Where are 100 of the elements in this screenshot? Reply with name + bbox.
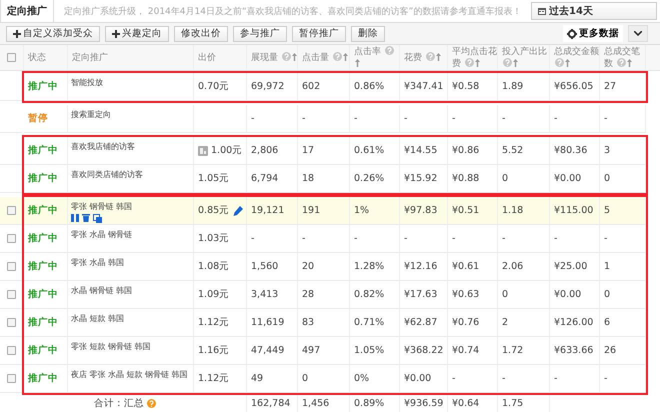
trash-icon — [82, 214, 90, 222]
table-cell: - — [404, 233, 408, 244]
target-name: 搜索重定向 — [71, 110, 111, 119]
table-cell: 18 — [302, 173, 314, 184]
table-cell: 191 — [302, 205, 320, 216]
column-header: 总成交金额 — [550, 45, 600, 70]
target-name: 零张 短款 钢骨链 韩国 — [71, 342, 151, 351]
table-row[interactable]: 推广中 水晶 钢骨链 韩国 1.09元 3,413 28 0.82% ¥17.63 ¥0.63 0 ¥0.00 0 — [24, 281, 646, 309]
status-label: 推广中 — [28, 372, 58, 385]
table-cell: 1.28% — [354, 261, 384, 272]
toolbar-button[interactable]: 自定义添加受众 — [6, 26, 100, 42]
gear-icon — [567, 28, 577, 38]
table-cell: ¥936.59 — [404, 398, 444, 409]
table-cell: 1.08元 — [198, 260, 230, 273]
target-name: 喜欢同类店铺的访客 — [71, 170, 143, 179]
toolbar-button[interactable]: 参与推广 — [233, 26, 287, 42]
column-header: 定向推广 — [68, 45, 194, 70]
toolbar-button[interactable]: 修改出价 — [174, 26, 228, 42]
checkbox[interactable] — [6, 234, 16, 243]
table-cell: 1.03元 — [198, 232, 230, 245]
checkbox[interactable] — [6, 374, 16, 383]
table-cell: - — [452, 113, 456, 124]
table-cell: 1.12元 — [198, 316, 230, 329]
table-cell: 0 — [502, 173, 508, 184]
table-cell: 1.72 — [502, 345, 524, 356]
table-cell: 162,784 — [251, 398, 290, 409]
dropdown-button[interactable] — [628, 25, 648, 42]
table-cell: 26 — [604, 345, 616, 356]
pencil-icon — [233, 206, 243, 216]
table-cell: 2.06 — [502, 261, 524, 272]
table-cell: - — [452, 373, 456, 384]
table-cell: 28 — [302, 289, 314, 300]
table-cell: ¥80.36 — [554, 145, 588, 156]
table-cell: - — [251, 233, 254, 244]
help-icon — [426, 52, 435, 60]
table-cell: 1% — [354, 205, 370, 216]
checkbox[interactable] — [6, 318, 16, 327]
toolbar-button[interactable]: 暂停推广 — [292, 26, 346, 42]
checkbox[interactable] — [6, 346, 16, 355]
table-cell: 1.00元 — [211, 144, 242, 157]
plus-icon — [112, 30, 120, 38]
table-cell: 17 — [302, 145, 314, 156]
table-cell: - — [302, 113, 306, 124]
column-header: 出价 — [194, 45, 247, 70]
table-row[interactable]: 推广中 智能投放 0.70元 69,972 602 0.86% ¥347.41 ¥0.58 1.89 ¥656.05 27 — [24, 73, 646, 101]
table-cell: - — [604, 233, 608, 244]
column-header: 状态 — [24, 45, 68, 70]
table-row[interactable]: 推广中 零张 水晶 韩国 1.08元 1,560 20 1.28% ¥12.16 ¥0.61 2.06 ¥25.00 1 — [24, 253, 646, 281]
table-cell: ¥0.00 — [554, 289, 582, 300]
table-cell: 1.09元 — [198, 288, 230, 301]
notice-text: 定向推广系统升级， 2014年4月14日及之前“喜欢我店铺的访客、喜欢同类店铺的访客”的数据请参考直通车报表！ — [63, 6, 522, 18]
sort-arrow-icon — [513, 58, 518, 66]
table-cell: 0.85元 — [198, 204, 230, 217]
table-cell: ¥0.00 — [554, 173, 582, 184]
table-row[interactable]: 暂停 搜索重定向 - - - - - - - - — [24, 105, 646, 133]
table-row[interactable]: 推广中 零张 短款 钢骨链 韩国 1.16元 47,449 497 1.05% ¥368.22 ¥0.74 1.72 ¥633.66 26 — [24, 337, 646, 365]
table-row[interactable]: 推广中 喜欢同类店铺的访客 1.05元 6,794 18 0.26% ¥15.92 ¥0.88 0 ¥0.00 0 — [24, 165, 646, 193]
table-cell: - — [251, 113, 254, 124]
table-cell: 20 — [302, 261, 314, 272]
table-cell: 0.89% — [354, 398, 384, 409]
checkbox[interactable] — [7, 53, 16, 62]
help-icon — [332, 52, 342, 60]
date-range-button[interactable]: 过去14天 — [531, 2, 657, 20]
more-data-button[interactable]: 更多数据 — [563, 25, 623, 42]
table-cell: ¥0.76 — [452, 317, 480, 328]
table-cell: 1.18 — [502, 205, 524, 216]
table-cell: - — [452, 233, 456, 244]
toolbar-button[interactable]: 删除 — [351, 26, 385, 42]
table-cell: 1.05% — [354, 345, 384, 356]
table-row[interactable]: 推广中 水晶 短款 韩国 1.12元 11,619 83 0.71% ¥62.87 ¥0.76 2 ¥126.00 6 — [24, 309, 646, 337]
table-cell: ¥0.64 — [452, 398, 480, 409]
table-cell: ¥0.63 — [452, 289, 480, 300]
table-cell: 0.70元 — [198, 80, 230, 93]
status-label: 推广中 — [28, 260, 58, 273]
table-cell: 0.61% — [354, 145, 384, 156]
table-cell: 0.86% — [354, 81, 384, 92]
tab[interactable]: 定向推广 — [0, 0, 54, 22]
column-header: 平均点击花费 — [448, 45, 498, 70]
table-cell: ¥97.83 — [404, 205, 438, 216]
table-cell: 5 — [604, 205, 610, 216]
table-row[interactable]: 推广中 夜店 零张 水晶 短款 钢骨链 韩国 1.12元 49 0 0% ¥0.00 - - - - — [24, 365, 646, 393]
checkbox[interactable] — [6, 262, 16, 271]
table-cell: 6,794 — [251, 173, 278, 184]
table-cell: ¥633.66 — [554, 345, 594, 356]
sort-arrow-icon — [292, 52, 297, 60]
table-cell: ¥0.51 — [452, 205, 480, 216]
table-cell: 3 — [604, 145, 610, 156]
status-label: 暂停 — [28, 112, 48, 125]
checkbox[interactable] — [6, 206, 16, 215]
status-label: 推广中 — [28, 288, 58, 301]
table-cell: 0% — [354, 373, 370, 384]
table-row[interactable]: 推广中 零张 水晶 钢骨链 1.03元 - - - - - - - - — [24, 225, 646, 253]
table-cell: 1.75 — [502, 398, 524, 409]
toolbar-button[interactable]: 兴趣定向 — [105, 26, 169, 42]
total-label: 合计：汇总 — [94, 397, 144, 410]
checkbox[interactable] — [6, 290, 16, 299]
table-cell: 0 — [302, 373, 308, 384]
table-row[interactable]: 推广中 零张 钢骨链 韩国 0.85元 19,121 191 1% ¥97.83 ¥0.51 1.18 ¥115.00 5 — [24, 197, 646, 225]
table-cell: - — [404, 113, 408, 124]
table-row[interactable]: 推广中 喜欢我店铺的访客 1.00元 2,806 17 0.61% ¥14.55 ¥0.86 5.52 ¥80.36 3 — [24, 137, 646, 165]
